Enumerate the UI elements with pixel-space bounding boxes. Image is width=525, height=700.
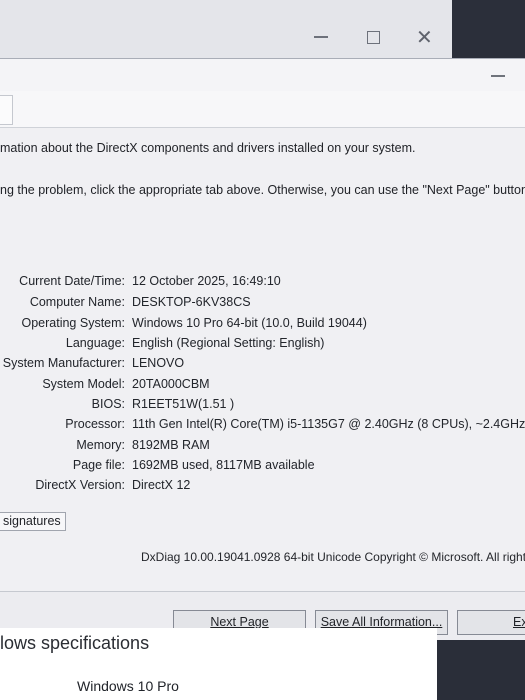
background-window-titlebar: ✕	[0, 0, 452, 63]
info-value: DirectX 12	[132, 478, 191, 492]
info-label: DirectX Version:	[35, 478, 125, 492]
info-label: Processor:	[65, 417, 125, 431]
info-value: DESKTOP-6KV38CS	[132, 295, 251, 309]
info-value: English (Regional Setting: English)	[132, 336, 325, 350]
maximize-icon[interactable]	[367, 31, 380, 44]
close-icon[interactable]: ✕	[416, 27, 433, 47]
intro-text-1: mation about the DirectX components and …	[0, 141, 416, 155]
info-row-os: Operating System: Windows 10 Pro 64-bit …	[0, 316, 525, 334]
info-label: Memory:	[76, 438, 125, 452]
copyright-text: DxDiag 10.00.19041.0928 64-bit Unicode C…	[141, 550, 525, 564]
windows-specifications-heading: lows specifications	[0, 633, 150, 653]
info-value: LENOVO	[132, 356, 185, 370]
info-row-page-file: Page file: 1692MB used, 8117MB available	[0, 458, 525, 476]
info-value: 12 October 2025, 16:49:10	[132, 274, 281, 288]
info-label: Page file:	[72, 458, 125, 472]
dxdiag-minimize-icon[interactable]	[491, 75, 505, 77]
minimize-icon[interactable]	[314, 36, 328, 38]
settings-window: lows specifications Windows 10 Pro	[0, 628, 437, 700]
info-label: Language:	[65, 336, 125, 350]
next-page-label: Next Page	[210, 615, 269, 629]
screen-edge	[437, 640, 525, 700]
edition-value: Windows 10 Pro	[77, 678, 179, 694]
check-signatures-checkbox[interactable]: signatures	[0, 512, 66, 531]
tab-bar	[0, 91, 525, 128]
dxdiag-window: mation about the DirectX components and …	[0, 58, 525, 641]
info-label: BIOS:	[91, 397, 125, 411]
info-label: System Manufacturer:	[2, 356, 125, 370]
info-row-memory: Memory: 8192MB RAM	[0, 438, 525, 456]
info-row-datetime: Current Date/Time: 12 October 2025, 16:4…	[0, 274, 525, 292]
info-row-bios: BIOS: R1EET51W(1.51 )	[0, 397, 525, 415]
info-row-manufacturer: System Manufacturer: LENOVO	[0, 356, 525, 374]
intro-text-2: ng the problem, click the appropriate ta…	[0, 183, 525, 197]
exit-label: Ex	[513, 615, 525, 629]
info-value: 8192MB RAM	[132, 438, 210, 452]
info-row-language: Language: English (Regional Setting: Eng…	[0, 336, 525, 354]
info-label: Current Date/Time:	[19, 274, 125, 288]
info-row-directx: DirectX Version: DirectX 12	[0, 478, 525, 496]
info-row-processor: Processor: 11th Gen Intel(R) Core(TM) i5…	[0, 417, 525, 435]
info-row-model: System Model: 20TA000CBM	[0, 377, 525, 395]
exit-button[interactable]: Ex	[457, 610, 525, 635]
dxdiag-titlebar	[0, 59, 525, 91]
info-row-computer-name: Computer Name: DESKTOP-6KV38CS	[0, 295, 525, 313]
info-value: 20TA000CBM	[132, 377, 210, 391]
save-all-label: Save All Information...	[320, 615, 443, 629]
info-value: Windows 10 Pro 64-bit (10.0, Build 19044…	[132, 316, 367, 330]
info-label: System Model:	[42, 377, 125, 391]
info-value: 11th Gen Intel(R) Core(TM) i5-1135G7 @ 2…	[132, 417, 525, 431]
info-label: Operating System:	[21, 316, 125, 330]
info-value: 1692MB used, 8117MB available	[132, 458, 315, 472]
tab-system[interactable]	[0, 95, 13, 125]
info-value: R1EET51W(1.51 )	[132, 397, 235, 411]
info-label: Computer Name:	[29, 295, 125, 309]
